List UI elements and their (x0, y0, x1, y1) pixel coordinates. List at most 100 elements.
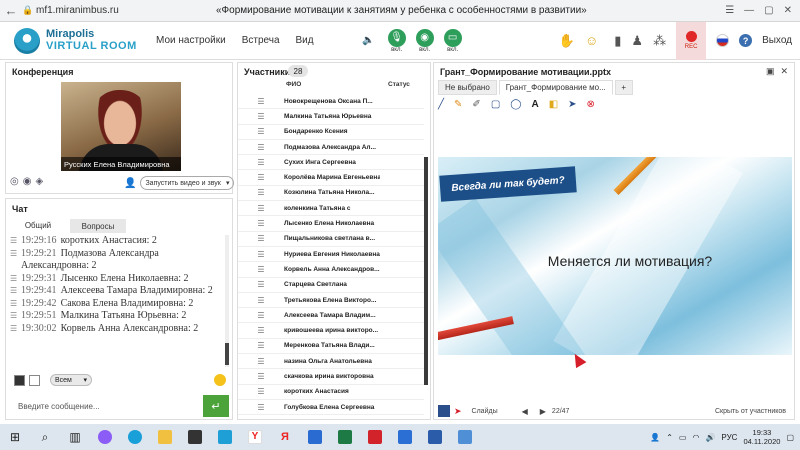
row-menu-icon[interactable]: ☰ (238, 204, 284, 213)
participant-row[interactable]: ☰ Королёва Марина Евгеньевна (238, 170, 424, 186)
message-menu-icon[interactable]: ☰ (10, 298, 21, 311)
row-menu-icon[interactable]: ☰ (238, 188, 284, 197)
participant-row[interactable]: ☰ назина Ольга Анатольевна (238, 354, 424, 370)
participant-row[interactable]: ☰ Корвель Анна Александров... (238, 262, 424, 278)
recipient-select[interactable]: Всем ▾ (50, 374, 92, 386)
participant-row[interactable]: ☰ Старцева Светлана (238, 278, 424, 293)
participant-row[interactable]: ☰ Новокрещенова Оксана П... (238, 94, 424, 110)
row-menu-icon[interactable]: ☰ (238, 97, 284, 106)
search-icon[interactable]: ⌕ (30, 424, 60, 450)
message-menu-icon[interactable]: ☰ (10, 273, 21, 286)
message-input[interactable]: Введите сообщение... (10, 395, 204, 417)
pdf-icon[interactable] (360, 424, 390, 450)
person-icon[interactable]: 👤 (650, 433, 660, 442)
ellipse-tool-icon[interactable]: ◯ (510, 99, 521, 110)
participant-row[interactable]: ☰ Сухих Инга Сергеевна (238, 155, 424, 171)
row-menu-icon[interactable]: ☰ (238, 311, 284, 320)
maximize-icon[interactable]: ▢ (764, 5, 773, 16)
participant-row[interactable]: ☰ кривошеева ирина викторо... (238, 323, 424, 339)
audio-settings-icon[interactable]: ◉ (23, 176, 32, 187)
stats-icon[interactable]: ▮ (614, 33, 621, 49)
screen-share-toggle[interactable]: ▭ вкл. (443, 28, 462, 53)
row-menu-icon[interactable]: ☰ (238, 127, 284, 136)
windows-start-icon[interactable]: ⊞ (0, 424, 30, 450)
chat-scrollbar[interactable] (225, 235, 229, 367)
participant-row[interactable]: ☰ коротких Анастасия (238, 385, 424, 400)
l-app-icon[interactable] (210, 424, 240, 450)
edge-icon[interactable] (120, 424, 150, 450)
tab-not-selected[interactable]: Не выбрано (438, 80, 497, 95)
camera-settings-icon[interactable]: ◎ (10, 176, 19, 187)
photos-icon[interactable] (390, 424, 420, 450)
fill-tool-icon[interactable]: ◧ (549, 99, 558, 110)
record-button[interactable]: REC (676, 21, 707, 60)
yandex-icon[interactable]: Я (270, 424, 300, 450)
row-menu-icon[interactable]: ☰ (238, 265, 284, 274)
participant-row[interactable]: ☰ Козюлина Татьяна Никола... (238, 186, 424, 202)
participant-row[interactable]: ☰ Нуриева Евгения Николаевна (238, 247, 424, 263)
row-menu-icon[interactable]: ☰ (238, 372, 284, 381)
bookmark-icon[interactable]: ☰ (725, 5, 734, 16)
participants-scrollbar[interactable] (424, 157, 428, 385)
message-menu-icon[interactable]: ☰ (10, 248, 21, 273)
row-menu-icon[interactable]: ☰ (238, 387, 284, 396)
row-menu-icon[interactable]: ☰ (238, 296, 284, 305)
pen-tool-icon[interactable]: ✎ (454, 99, 462, 110)
pointer-mode-icon[interactable]: ➤ (454, 406, 462, 417)
tab-questions[interactable]: Вопросы (70, 219, 126, 233)
excel-icon[interactable] (330, 424, 360, 450)
slides-label[interactable]: Слайды (472, 408, 498, 415)
word-icon[interactable] (420, 424, 450, 450)
participant-row[interactable]: ☰ Бондаренко Ксения (238, 125, 424, 140)
row-menu-icon[interactable]: ☰ (238, 112, 284, 121)
marker-tool-icon[interactable]: ✐ (472, 99, 480, 110)
participant-row[interactable]: ☰ Подмазова Александра Ал... (238, 140, 424, 156)
notifications-icon[interactable]: ▢ (786, 433, 794, 442)
network-icon[interactable]: ◠ (692, 433, 699, 442)
message-menu-icon[interactable]: ☰ (10, 323, 21, 336)
column-header-status[interactable]: Статус (388, 81, 410, 93)
slide-view[interactable]: Всегда ли так будет? Меняется ли мотивац… (438, 157, 792, 355)
speaker-toggle[interactable]: 🔈 (360, 32, 378, 50)
moderator-icon[interactable]: ♟ (631, 33, 643, 49)
close-icon[interactable]: ✕ (784, 5, 792, 16)
close-icon[interactable]: ✕ (780, 66, 788, 77)
exit-button[interactable]: Выход (762, 35, 792, 46)
participant-row[interactable]: ☰ Малкина Татьяна Юрьевна (238, 109, 424, 125)
background-color-icon[interactable] (29, 374, 40, 386)
camera-toggle[interactable]: ◉ вкл. (415, 28, 434, 53)
battery-icon[interactable]: ▭ (679, 433, 687, 442)
mail-icon[interactable] (300, 424, 330, 450)
microphone-toggle[interactable]: 🎙 вкл. (387, 28, 406, 53)
row-menu-icon[interactable]: ☰ (238, 280, 284, 289)
message-menu-icon[interactable]: ☰ (10, 285, 21, 298)
tab-presentation[interactable]: Грант_Формирование мо... (498, 80, 613, 95)
emotion-icon[interactable]: ☺ (585, 33, 598, 48)
line-tool-icon[interactable]: ╱ (438, 99, 444, 110)
language-indicator[interactable]: РУС (721, 433, 737, 442)
add-tab-button[interactable]: + (614, 80, 633, 95)
next-slide-icon[interactable]: ▶ (540, 407, 546, 416)
row-menu-icon[interactable]: ☰ (238, 143, 284, 152)
row-menu-icon[interactable]: ☰ (238, 326, 284, 335)
row-menu-icon[interactable]: ☰ (238, 341, 284, 350)
row-menu-icon[interactable]: ☰ (238, 403, 284, 412)
clear-icon[interactable]: ⊗ (587, 99, 595, 110)
message-menu-icon[interactable]: ☰ (10, 235, 21, 248)
row-menu-icon[interactable]: ☰ (238, 234, 284, 243)
participant-row[interactable]: ☰ Лысенко Елена Николаевна (238, 216, 424, 232)
rectangle-tool-icon[interactable]: ▢ (491, 99, 500, 110)
layout-icon[interactable]: ◈ (35, 176, 43, 187)
menu-my-settings[interactable]: Мои настройки (156, 35, 226, 46)
text-tool-icon[interactable]: A (531, 99, 538, 110)
row-menu-icon[interactable]: ☰ (238, 250, 284, 259)
previous-slide-icon[interactable]: ◀ (522, 407, 528, 416)
network-icon[interactable]: ⁂ (653, 33, 666, 49)
participant-row[interactable]: ☰ скачкова ирина викторовна (238, 369, 424, 385)
clock[interactable]: 19:33 04.11.2020 (743, 428, 780, 446)
menu-view[interactable]: Вид (296, 35, 314, 46)
page-current[interactable]: 22 (552, 408, 560, 415)
explorer-icon[interactable] (450, 424, 480, 450)
participant-row[interactable]: ☰ Третьякова Елена Викторо... (238, 293, 424, 309)
hide-from-participants-button[interactable]: Скрыть от участников (715, 408, 786, 415)
